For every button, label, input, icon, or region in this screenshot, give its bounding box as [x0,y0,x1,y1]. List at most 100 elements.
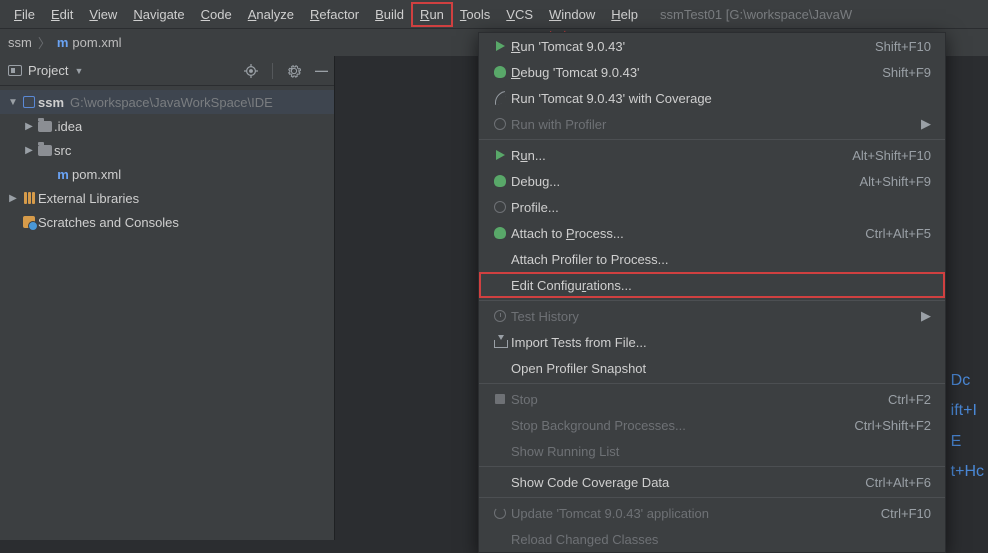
run-menu-item[interactable]: Edit Configurations... [479,272,945,298]
run-menu-item[interactable]: Attach to Process...Ctrl+Alt+F5 [479,220,945,246]
tree-node--idea[interactable]: ▶.idea [0,114,334,138]
gear-icon[interactable] [287,63,301,79]
breadcrumb-file[interactable]: pom.xml [72,35,121,50]
menu-view[interactable]: View [81,3,125,26]
bug-icon [494,175,506,187]
bug-icon [494,227,506,239]
menu-item-label: Open Profiler Snapshot [511,361,646,376]
breadcrumb-separator: 〉 [38,33,51,52]
run-menu-item: Show Running List [479,438,945,464]
menu-item-label: Import Tests from File... [511,335,647,350]
submenu-arrow-icon: ▶ [921,308,931,324]
menu-code[interactable]: Code [193,3,240,26]
minimize-icon[interactable]: — [315,63,326,79]
project-panel-label: Project [28,63,68,78]
gauge-icon [494,118,506,130]
gauge-icon [494,201,506,213]
external-libraries[interactable]: ▶ External Libraries [0,186,334,210]
menu-separator [479,466,945,467]
shortcut-label: Ctrl+F10 [881,506,931,521]
menu-item-label: Update 'Tomcat 9.0.43' application [511,506,709,521]
locate-icon[interactable] [244,63,258,79]
menu-run[interactable]: Run [412,3,452,26]
menu-separator [479,300,945,301]
tree-node-label: .idea [54,119,82,134]
run-menu-item[interactable]: Debug 'Tomcat 9.0.43' Shift+F9 [479,59,945,85]
run-menu-item[interactable]: Attach Profiler to Process... [479,246,945,272]
tree-node-label: pom.xml [72,167,121,182]
tree-node-pom-xml[interactable]: ▶mpom.xml [0,162,334,186]
menu-help[interactable]: Help [603,3,646,26]
cov-icon [493,91,507,105]
menu-item-label: Run 'Tomcat 9.0.43' [511,39,625,54]
menu-build[interactable]: Build [367,3,412,26]
tree-node-src[interactable]: ▶src [0,138,334,162]
project-panel-title[interactable]: Project ▼ [8,63,83,78]
expand-arrow-icon: ▶ [6,193,20,204]
menu-window[interactable]: Window [541,3,603,26]
shortcut-label: Shift+F9 [882,65,931,80]
run-menu-item: StopCtrl+F2 [479,386,945,412]
bug-icon [494,66,506,78]
library-icon [24,192,35,204]
menu-refactor[interactable]: Refactor [302,3,367,26]
tree-root-module[interactable]: ▼ ssm G:\workspace\JavaWorkSpace\IDE [0,90,334,114]
run-menu-item[interactable]: Import Tests from File... [479,329,945,355]
shortcut-label: Ctrl+F2 [888,392,931,407]
stop-icon [495,394,505,404]
menu-item-label: Attach Profiler to Process... [511,252,669,267]
play-icon [496,150,505,160]
run-menu-item[interactable]: Run 'Tomcat 9.0.43' with Coverage [479,85,945,111]
project-tree: ▼ ssm G:\workspace\JavaWorkSpace\IDE ▶.i… [0,86,334,238]
run-menu-item: Run with Profiler ▶ [479,111,945,137]
run-menu-item[interactable]: Show Code Coverage Data Ctrl+Alt+F6 [479,469,945,495]
run-menu-item[interactable]: Profile... [479,194,945,220]
tree-node-label: Scratches and Consoles [38,215,179,230]
menu-edit[interactable]: Edit [43,3,81,26]
clock-icon [494,310,506,322]
run-menu-item[interactable]: Run 'Tomcat 9.0.43'Shift+F10 [479,33,945,59]
menu-item-label: Reload Changed Classes [511,532,658,547]
run-menu-item: Reload Changed Classes [479,526,945,552]
shortcut-label: Ctrl+Alt+F5 [865,226,931,241]
shortcut-label: Alt+Shift+F9 [859,174,931,189]
tree-node-label: External Libraries [38,191,139,206]
menu-item-label: Show Running List [511,444,619,459]
menu-vcs[interactable]: VCS [498,3,541,26]
submenu-arrow-icon: ▶ [921,116,931,132]
project-view-icon [8,65,22,76]
menu-separator [479,497,945,498]
menu-item-label: Run with Profiler [511,117,606,132]
run-menu-item: Test History ▶ [479,303,945,329]
menu-item-label: Debug... [511,174,560,189]
project-path-label: ssmTest01 [G:\workspace\JavaW [660,7,852,22]
scratches-consoles[interactable]: ▶ Scratches and Consoles [0,210,334,234]
menu-separator [479,139,945,140]
background-hint-text: Dcift+IEt+Hc [951,366,984,488]
shortcut-label: Alt+Shift+F10 [852,148,931,163]
chevron-down-icon: ▼ [74,66,83,76]
menu-item-label: Show Code Coverage Data [511,475,669,490]
tree-node-label: ssm [38,95,64,110]
menu-analyze[interactable]: Analyze [240,3,302,26]
run-menu-item[interactable]: Run... Alt+Shift+F10 [479,142,945,168]
menu-item-label: Run... [511,148,546,163]
menu-item-label: Run 'Tomcat 9.0.43' with Coverage [511,91,712,106]
shortcut-label: Ctrl+Alt+F6 [865,475,931,490]
refresh-icon [494,507,506,519]
project-tool-window: Project ▼ — ▼ ssm G:\workspace\JavaWorkS… [0,56,335,540]
menu-item-label: Stop Background Processes... [511,418,686,433]
menu-item-label: Debug 'Tomcat 9.0.43' [511,65,640,80]
menu-item-label: Test History [511,309,579,324]
breadcrumb-root[interactable]: ssm [8,35,32,50]
run-menu-item[interactable]: Open Profiler Snapshot [479,355,945,381]
menu-item-label: Profile... [511,200,559,215]
menu-item-label: Edit Configurations... [511,278,632,293]
divider [272,63,273,79]
menu-navigate[interactable]: Navigate [125,3,192,26]
menubar: FileEditViewNavigateCodeAnalyzeRefactorB… [0,0,988,28]
run-menu-item[interactable]: Debug... Alt+Shift+F9 [479,168,945,194]
menu-tools[interactable]: Tools [452,3,498,26]
menu-file[interactable]: File [6,3,43,26]
scratch-icon [23,216,35,228]
